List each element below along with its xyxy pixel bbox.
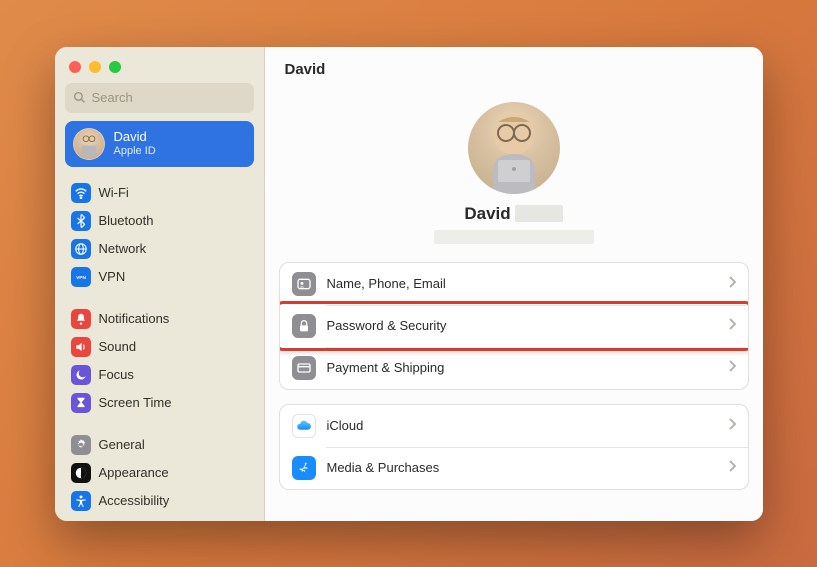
sidebar-item-vpn[interactable]: VPN VPN: [65, 263, 254, 291]
search-container: [55, 83, 264, 121]
close-window-button[interactable]: [69, 61, 81, 73]
bell-icon: [71, 309, 91, 329]
sidebar-item-label: Focus: [99, 367, 134, 382]
sidebar-item-label: Bluetooth: [99, 213, 154, 228]
sidebar-item-label: Wi-Fi: [99, 185, 129, 200]
sidebar-item-label: Accessibility: [99, 493, 170, 508]
sidebar-item-network[interactable]: Network: [65, 235, 254, 263]
search-input[interactable]: [92, 90, 246, 105]
zoom-window-button[interactable]: [109, 61, 121, 73]
redacted-text: [434, 230, 594, 244]
sidebar-item-label: Network: [99, 241, 147, 256]
sidebar-item-label: General: [99, 437, 145, 452]
accessibility-icon: [71, 491, 91, 511]
sidebar-item-label: Screen Time: [99, 395, 172, 410]
sidebar-item-label: Notifications: [99, 311, 170, 326]
sidebar-item-appearance[interactable]: Appearance: [65, 459, 254, 487]
window-controls: [55, 47, 264, 83]
sidebar-item-label: VPN: [99, 269, 126, 284]
bluetooth-icon: [71, 211, 91, 231]
sidebar-item-focus[interactable]: Focus: [65, 361, 254, 389]
settings-row-media-purchases[interactable]: Media & Purchases: [280, 447, 748, 489]
account-sublabel: Apple ID: [114, 145, 156, 158]
sidebar-item-label: Sound: [99, 339, 137, 354]
speaker-icon: [71, 337, 91, 357]
sidebar-item-screentime[interactable]: Screen Time: [65, 389, 254, 417]
settings-row-name-phone-email[interactable]: Name, Phone, Email: [280, 263, 748, 305]
sidebar-item-accessibility[interactable]: Accessibility: [65, 487, 254, 515]
settings-row-label: Media & Purchases: [327, 460, 717, 475]
sidebar-item-sound[interactable]: Sound: [65, 333, 254, 361]
sidebar-item-wifi[interactable]: Wi-Fi: [65, 179, 254, 207]
chevron-right-icon: [728, 275, 736, 293]
sidebar-item-notifications[interactable]: Notifications: [65, 305, 254, 333]
moon-icon: [71, 365, 91, 385]
cloud-icon: [292, 414, 316, 438]
credit-card-icon: [292, 356, 316, 380]
settings-row-icloud[interactable]: iCloud: [280, 405, 748, 447]
sidebar-item-general[interactable]: General: [65, 431, 254, 459]
sidebar-account-item[interactable]: David Apple ID: [65, 121, 254, 167]
sidebar: David Apple ID Wi-FiBluetoothNetworkVPNV…: [55, 47, 265, 521]
hourglass-icon: [71, 393, 91, 413]
minimize-window-button[interactable]: [89, 61, 101, 73]
main-scroll[interactable]: David Name, Phone, Email Password & Secur…: [265, 86, 763, 521]
account-name: David: [114, 129, 156, 145]
globe-icon: [71, 239, 91, 259]
page-title: David: [265, 47, 763, 86]
settings-row-label: Password & Security: [327, 318, 717, 333]
svg-text:VPN: VPN: [76, 275, 86, 281]
id-card-icon: [292, 272, 316, 296]
avatar-small: [73, 128, 105, 160]
wifi-icon: [71, 183, 91, 203]
settings-row-label: iCloud: [327, 418, 717, 433]
chevron-right-icon: [728, 359, 736, 377]
account-text: David Apple ID: [114, 129, 156, 158]
sidebar-item-label: Appearance: [99, 465, 169, 480]
settings-row-payment-shipping[interactable]: Payment & Shipping: [280, 347, 748, 389]
appstore-icon: [292, 456, 316, 480]
sidebar-item-bluetooth[interactable]: Bluetooth: [65, 207, 254, 235]
settings-window: David Apple ID Wi-FiBluetoothNetworkVPNV…: [55, 47, 763, 521]
chevron-right-icon: [728, 459, 736, 477]
gear-icon: [71, 435, 91, 455]
settings-row-password-security[interactable]: Password & Security: [280, 305, 748, 347]
settings-row-label: Name, Phone, Email: [327, 276, 717, 291]
settings-row-label: Payment & Shipping: [327, 360, 717, 375]
settings-section: iCloud Media & Purchases: [279, 404, 749, 490]
chevron-right-icon: [728, 417, 736, 435]
search-field[interactable]: [65, 83, 254, 113]
redacted-text: [515, 205, 563, 222]
main-panel: David David Name, Phone, Email Password &…: [265, 47, 763, 521]
sidebar-scroll[interactable]: David Apple ID Wi-FiBluetoothNetworkVPNV…: [55, 121, 264, 521]
avatar-large: [468, 102, 560, 194]
profile-header: David: [279, 86, 749, 262]
vpn-icon: VPN: [71, 267, 91, 287]
search-icon: [73, 91, 86, 104]
chevron-right-icon: [728, 317, 736, 335]
appearance-icon: [71, 463, 91, 483]
settings-section: Name, Phone, Email Password & Security Pay…: [279, 262, 749, 390]
lock-icon: [292, 314, 316, 338]
profile-name: David: [464, 204, 562, 224]
